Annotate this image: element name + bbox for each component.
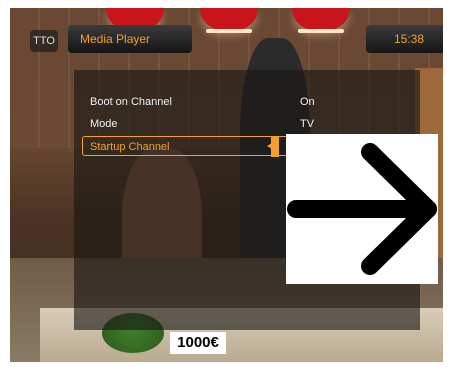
arrow-callout <box>286 134 438 284</box>
setting-value: On <box>300 96 315 108</box>
setting-label: Boot on Channel <box>90 96 172 108</box>
clock: 15:38 <box>366 25 443 53</box>
setting-value: TV <box>300 118 315 130</box>
price-tag: 1000€ <box>170 332 226 354</box>
setting-label: Mode <box>90 118 118 130</box>
setting-row-boot-on-channel[interactable]: Boot on Channel On <box>74 92 420 112</box>
menu-title: Media Player <box>68 25 192 53</box>
setting-row-mode[interactable]: Mode TV <box>74 114 420 134</box>
setting-label: Startup Channel <box>90 141 170 153</box>
tv-screen: 1000€ TTO Media Player 15:38 Boot on Cha… <box>10 8 443 362</box>
arrow-right-icon <box>287 143 437 275</box>
left-arrow-icon[interactable] <box>271 137 279 157</box>
channel-badge: TTO <box>30 30 58 52</box>
